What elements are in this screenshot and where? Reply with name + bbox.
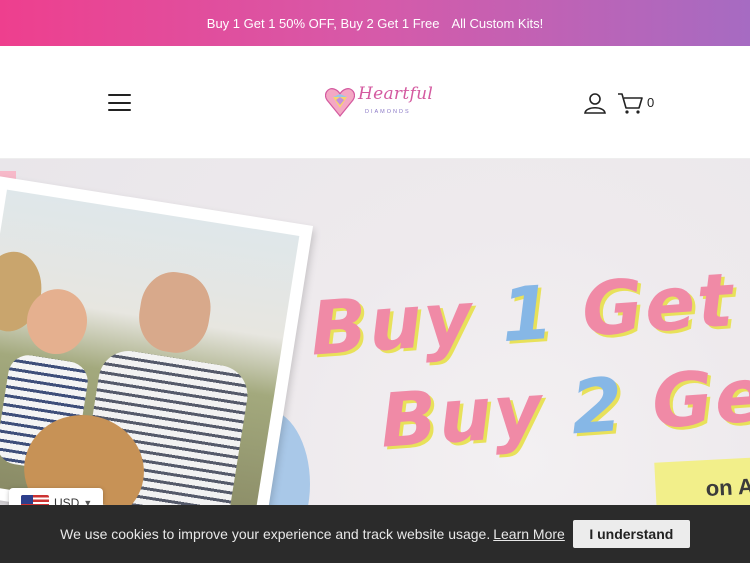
logo-subtitle: DIAMONDS <box>365 109 411 115</box>
cart-count[interactable]: 0 <box>647 95 654 110</box>
site-header: Heartful DIAMONDS 0 <box>0 46 750 159</box>
promo-bar[interactable]: Buy 1 Get 1 50% OFF, Buy 2 Get 1 Free Al… <box>0 0 750 46</box>
hero-headline-line1: Buy 1 Get 1 <box>307 257 738 373</box>
accept-cookies-button[interactable]: I understand <box>572 520 690 548</box>
cart-icon[interactable] <box>617 92 643 114</box>
hamburger-menu-icon[interactable] <box>108 94 131 111</box>
hero-headline-line2: Buy 2 Get <box>377 349 750 465</box>
site-logo[interactable]: Heartful DIAMONDS <box>325 84 433 120</box>
cookie-message: We use cookies to improve your experienc… <box>60 526 491 542</box>
user-icon[interactable] <box>584 92 606 114</box>
logo-name: Heartful <box>358 84 434 104</box>
promo-kits-link[interactable]: All Custom Kits! <box>451 16 543 31</box>
learn-more-link[interactable]: Learn More <box>493 526 565 542</box>
hero-banner[interactable]: Buy 1 Get 1 Buy 2 Get on A <box>0 159 750 563</box>
promo-message[interactable]: Buy 1 Get 1 50% OFF, Buy 2 Get 1 Free <box>207 16 440 31</box>
hero-tag-text: on A <box>705 473 750 502</box>
cookie-banner: We use cookies to improve your experienc… <box>0 505 750 563</box>
heart-diamond-logo-icon <box>325 88 355 117</box>
